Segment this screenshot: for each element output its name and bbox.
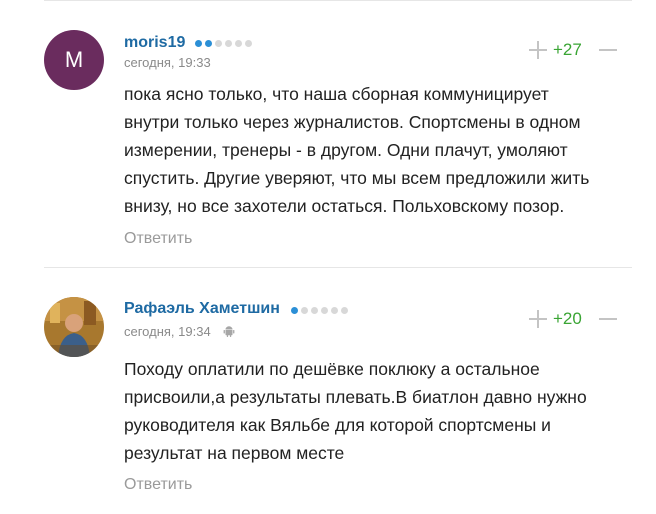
vote-count: +27	[553, 40, 582, 59]
top-divider	[44, 0, 632, 1]
user-rating-dots	[291, 307, 348, 314]
comment-text-line: спустить. Другие уверяют, что мы всем пр…	[124, 168, 590, 188]
avatar-photo-icon	[44, 297, 104, 357]
comment-text-line: присвоили,а результаты плевать.В биатлон…	[124, 387, 587, 407]
rating-dot	[301, 307, 308, 314]
username[interactable]: Рафаэль Хаметшин	[124, 300, 280, 318]
downvote-minus-icon[interactable]	[598, 309, 618, 329]
timestamp: сегодня, 19:33	[124, 55, 211, 70]
comment-text-line: измерении, тренеры - в другом. Одни плач…	[124, 140, 568, 160]
user-rating-dots	[195, 40, 252, 47]
vote-count: +20	[553, 309, 582, 328]
rating-dot	[331, 307, 338, 314]
upvote-plus-icon[interactable]	[528, 40, 548, 60]
rating-dot	[215, 40, 222, 47]
vote-control: +20	[522, 307, 618, 331]
comment-text-line: Походу оплатили по дешёвке поклюку а ост…	[124, 359, 540, 379]
rating-dot	[341, 307, 348, 314]
timestamp: сегодня, 19:34	[124, 324, 211, 339]
vote-control: +27	[522, 38, 618, 62]
rating-dot	[311, 307, 318, 314]
comment-divider	[44, 267, 632, 268]
rating-dot	[225, 40, 232, 47]
comment-text-line: руководителя как Вяльбе для которой спор…	[124, 415, 551, 435]
android-icon	[223, 326, 235, 337]
rating-dot	[235, 40, 242, 47]
comment-text-line: внутри только через журналистов. Спортсм…	[124, 112, 581, 132]
avatar[interactable]	[44, 297, 104, 357]
downvote-minus-icon[interactable]	[598, 40, 618, 60]
upvote-plus-icon[interactable]	[528, 309, 548, 329]
rating-dot	[321, 307, 328, 314]
rating-dot	[291, 307, 298, 314]
avatar[interactable]: M	[44, 30, 104, 90]
comment-text: пока ясно только, что наша сборная комму…	[124, 80, 632, 220]
rating-dot	[195, 40, 202, 47]
reply-button[interactable]: Ответить	[124, 230, 192, 248]
comment-text-line: пока ясно только, что наша сборная комму…	[124, 84, 549, 104]
comment-text: Походу оплатили по дешёвке поклюку а ост…	[124, 355, 632, 467]
rating-dot	[245, 40, 252, 47]
comment-text-line: результат на первом месте	[124, 443, 345, 463]
comment-text-line: внизу, но все захотели остаться. Польхов…	[124, 196, 565, 216]
reply-button[interactable]: Ответить	[124, 476, 192, 494]
rating-dot	[205, 40, 212, 47]
username[interactable]: moris19	[124, 34, 185, 52]
